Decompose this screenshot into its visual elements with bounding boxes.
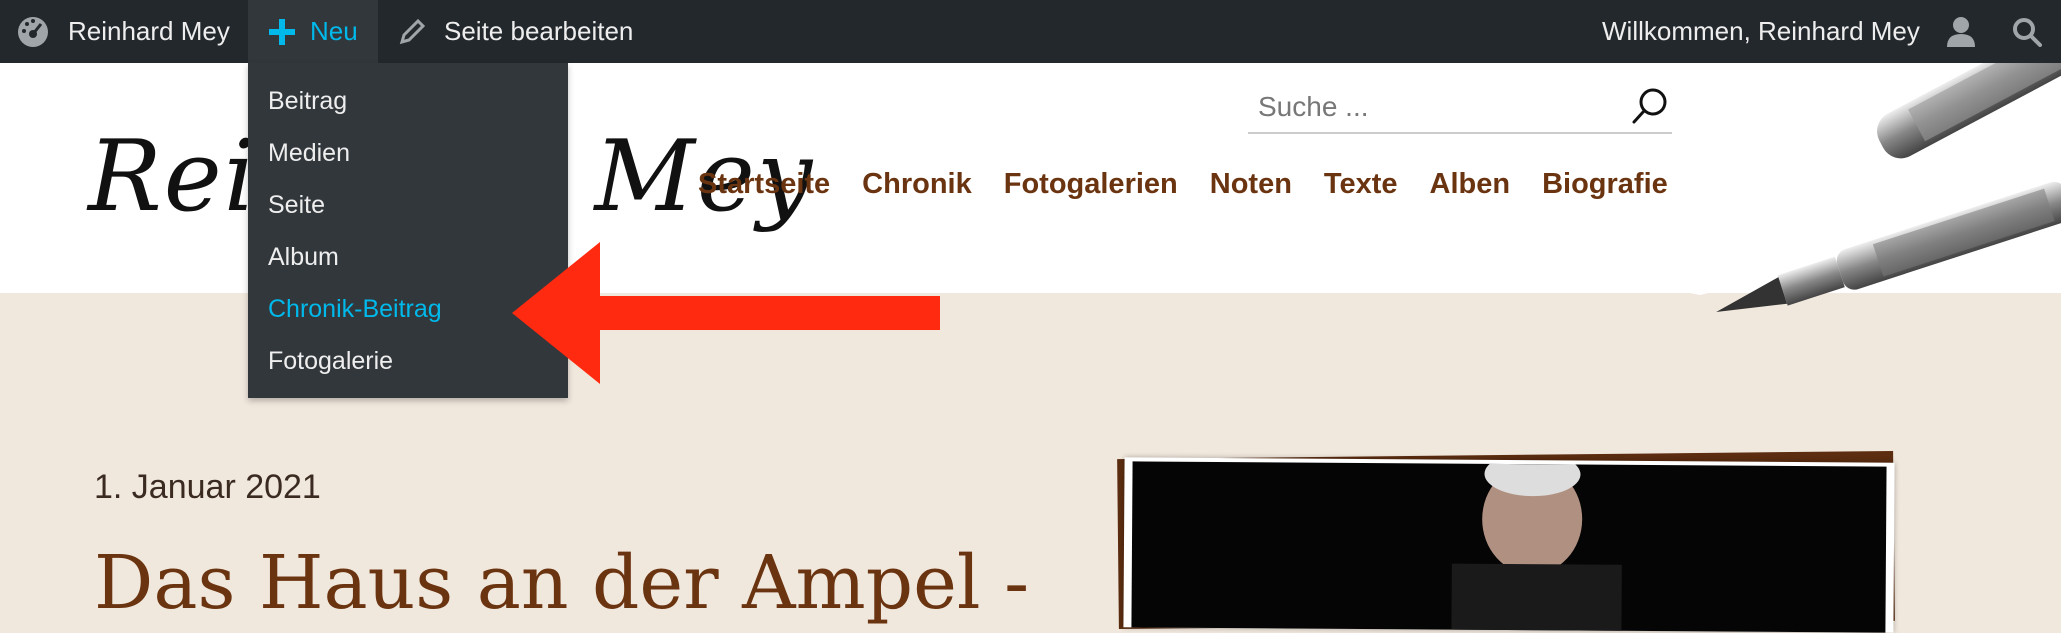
featured-photo[interactable] (1123, 457, 1895, 633)
welcome-message[interactable]: Willkommen, Reinhard Mey (1602, 0, 1920, 63)
search-input[interactable] (1248, 82, 1672, 134)
post-date: 1. Januar 2021 (94, 468, 321, 506)
dashboard-icon (18, 16, 48, 47)
user-icon[interactable] (1946, 0, 1976, 63)
admin-bar: Reinhard Mey Neu Seite bearbeiten Willko… (0, 0, 2061, 63)
pencil-icon (399, 18, 426, 44)
photo-image (1131, 461, 1887, 633)
nav-item-chronik[interactable]: Chronik (862, 168, 972, 201)
menu-item-seite[interactable]: Seite (248, 185, 568, 237)
menu-item-medien[interactable]: Medien (248, 133, 568, 185)
site-name-label: Reinhard Mey (68, 16, 230, 46)
new-label: Neu (310, 16, 358, 46)
nav-item-biografie[interactable]: Biografie (1542, 168, 1668, 201)
menu-item-beitrag[interactable]: Beitrag (248, 81, 568, 133)
site-name-menu[interactable]: Reinhard Mey (16, 0, 230, 63)
fountain-pen-decoration (1716, 63, 2061, 313)
edit-page-label: Seite bearbeiten (444, 16, 634, 46)
main-navigation: Startseite Chronik Fotogalerien Noten Te… (698, 168, 1668, 201)
post-title[interactable]: Das Haus an der Ampel - (94, 540, 1029, 626)
nav-item-startseite[interactable]: Startseite (698, 168, 830, 201)
nav-item-alben[interactable]: Alben (1430, 168, 1511, 201)
nav-item-texte[interactable]: Texte (1324, 168, 1398, 201)
nav-item-noten[interactable]: Noten (1210, 168, 1292, 201)
search-icon[interactable] (1630, 86, 1670, 126)
new-content-menu[interactable]: Neu (248, 0, 378, 63)
plus-icon (269, 18, 295, 45)
admin-search-icon[interactable] (2012, 0, 2042, 63)
red-arrow-annotation (512, 242, 940, 384)
performer-silhouette (1451, 461, 1622, 633)
edit-page-link[interactable]: Seite bearbeiten (398, 0, 633, 63)
nav-item-fotogalerien[interactable]: Fotogalerien (1004, 168, 1178, 201)
